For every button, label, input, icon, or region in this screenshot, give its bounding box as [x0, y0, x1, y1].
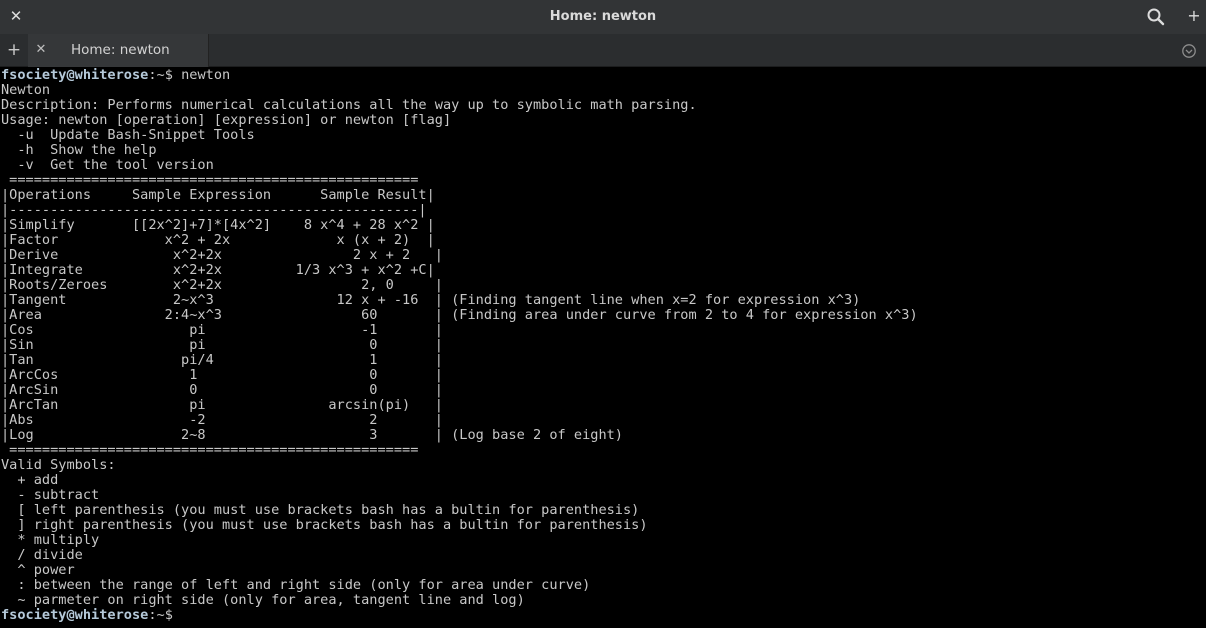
terminal-line: -h Show the help — [1, 142, 157, 158]
terminal-line: ========================================… — [1, 442, 419, 458]
terminal-line: ~ parmeter on right side (only for area,… — [1, 592, 525, 608]
terminal-line: |ArcSin 0 0 | — [1, 382, 443, 398]
terminal-line: ^ power — [1, 562, 75, 578]
terminal-line: |Area 2:4~x^3 60 | (Finding area under c… — [1, 307, 918, 323]
terminal-line: * multiply — [1, 532, 100, 548]
terminal-line: |Tan pi/4 1 | — [1, 352, 443, 368]
terminal-line: |Log 2~8 3 | (Log base 2 of eight) — [1, 427, 623, 443]
terminal-line: : between the range of left and right si… — [1, 577, 591, 593]
terminal-line: ] right parenthesis (you must use bracke… — [1, 517, 648, 533]
terminal-line: |Roots/Zeroes x^2+2x 2, 0 | — [1, 277, 443, 293]
output-block: Newton Description: Performs numerical ca… — [1, 83, 1206, 608]
tab-close-icon[interactable]: ✕ — [32, 41, 50, 59]
terminal-line: Description: Performs numerical calculat… — [1, 97, 697, 113]
terminal-line: |Simplify [[2x^2]+7]*[4x^2] 8 x^4 + 28 x… — [1, 217, 435, 233]
tab-label: Home: newton — [71, 42, 170, 58]
terminal-line: -v Get the tool version — [1, 157, 214, 173]
title-bar: ✕ Home: newton + — [0, 0, 1206, 34]
terminal-line: ========================================… — [1, 172, 419, 188]
terminal-line: [ left parenthesis (you must use bracket… — [1, 502, 640, 518]
prompt-user: fsociety@whiterose — [1, 67, 149, 83]
terminal-line: |Integrate x^2+2x 1/3 x^3 + x^2 +C| — [1, 262, 435, 278]
terminal-line: |ArcCos 1 0 | — [1, 367, 443, 383]
menu-icon[interactable] — [1181, 43, 1197, 59]
prompt-path: :~$ — [148, 607, 182, 623]
prompt-path: :~$ — [148, 67, 182, 83]
tab-home-newton[interactable]: ✕ Home: newton — [28, 34, 209, 67]
command-text: newton — [181, 67, 231, 83]
terminal-output[interactable]: fsociety@whiterose:~$ newton Newton Descr… — [0, 67, 1206, 628]
terminal-line: |Factor x^2 + 2x x (x + 2) | — [1, 232, 435, 248]
terminal-line: |Tangent 2~x^3 12 x + -16 | (Finding tan… — [1, 292, 861, 308]
terminal-line: + add — [1, 472, 59, 488]
close-icon[interactable]: ✕ — [6, 6, 26, 26]
prompt-user: fsociety@whiterose — [1, 607, 149, 623]
terminal-line: Newton — [1, 82, 51, 98]
terminal-line: |Cos pi -1 | — [1, 322, 443, 338]
terminal-line: Usage: newton [operation] [expression] o… — [1, 112, 452, 128]
terminal-line: |Abs -2 2 | — [1, 412, 443, 428]
terminal-line: -u Update Bash-Snippet Tools — [1, 127, 255, 143]
terminal-line: |---------------------------------------… — [1, 202, 427, 218]
new-tab-icon[interactable]: + — [4, 40, 24, 60]
window-title: Home: newton — [549, 9, 657, 24]
terminal-line: - subtract — [1, 487, 100, 503]
command-line: fsociety@whiterose:~$ newton — [1, 68, 1206, 83]
add-icon[interactable]: + — [1184, 6, 1204, 26]
terminal-line: |Operations Sample Expression Sample Res… — [1, 187, 435, 203]
terminal-line: / divide — [1, 547, 83, 563]
terminal-line: |Derive x^2+2x 2 x + 2 | — [1, 247, 443, 263]
terminal-line: |Sin pi 0 | — [1, 337, 443, 353]
search-icon[interactable] — [1146, 7, 1166, 27]
terminal-line: |ArcTan pi arcsin(pi) | — [1, 397, 443, 413]
current-prompt-line[interactable]: fsociety@whiterose:~$ — [1, 608, 1206, 623]
terminal-line: Valid Symbols: — [1, 457, 116, 473]
tab-bar: + ✕ Home: newton — [0, 34, 1206, 67]
